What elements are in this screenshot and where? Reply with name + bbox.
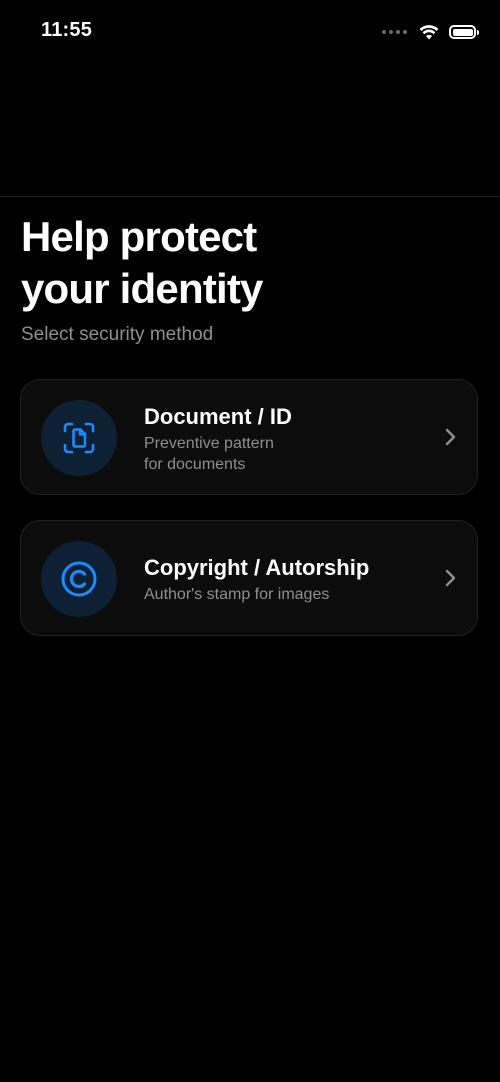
header-divider	[0, 196, 500, 197]
option-title: Document / ID	[144, 404, 292, 429]
page-subtitle: Select security method	[21, 324, 214, 345]
chevron-right-icon	[445, 569, 456, 587]
copyright-icon	[61, 561, 97, 597]
signal-dots-icon	[382, 30, 407, 34]
page-title-line-1: Help protect	[21, 213, 257, 260]
option-icon-circle	[41, 400, 117, 476]
option-card-copyright[interactable]: Copyright / Autorship Author's stamp for…	[20, 520, 478, 636]
battery-icon	[449, 25, 479, 39]
option-description: Preventive pattern for documents	[144, 435, 274, 473]
option-title: Copyright / Autorship	[144, 555, 370, 580]
status-bar: 11:55	[0, 0, 500, 64]
document-scan-icon	[63, 422, 95, 454]
chevron-right-icon	[445, 428, 456, 446]
status-time: 11:55	[41, 19, 93, 41]
page-title-line-2: your identity	[21, 265, 263, 312]
page-title: Help protect your identity	[21, 211, 481, 315]
option-card-document-id[interactable]: Document / ID Preventive pattern for doc…	[20, 379, 478, 495]
wifi-icon	[419, 25, 439, 40]
option-icon-circle	[41, 541, 117, 617]
option-description: Author's stamp for images	[144, 586, 330, 603]
status-indicators	[382, 22, 479, 42]
